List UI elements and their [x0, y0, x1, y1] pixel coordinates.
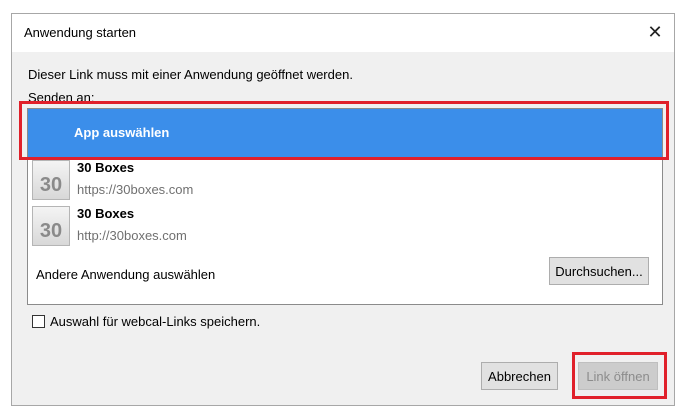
open-link-button[interactable]: Link öffnen [578, 362, 658, 390]
send-to-label: Senden an: [28, 90, 95, 105]
remember-choice-label[interactable]: Auswahl für webcal-Links speichern. [50, 314, 260, 329]
launch-application-dialog: Anwendung starten ✕ Dieser Link muss mit… [11, 13, 675, 406]
app-url: http://30boxes.com [77, 228, 187, 243]
dialog-message: Dieser Link muss mit einer Anwendung geö… [28, 67, 353, 82]
list-item-app[interactable]: 30 30 Boxes https://30boxes.com [32, 160, 632, 204]
app-icon: 30 [32, 206, 70, 246]
app-name: 30 Boxes [77, 160, 135, 175]
close-icon[interactable]: ✕ [640, 17, 670, 47]
list-item-app[interactable]: 30 30 Boxes http://30boxes.com [32, 206, 632, 250]
app-name: 30 Boxes [77, 206, 135, 221]
app-url: https://30boxes.com [77, 182, 194, 197]
browse-button[interactable]: Durchsuchen... [549, 257, 649, 285]
application-list[interactable]: App auswählen 30 30 Boxes https://30boxe… [27, 108, 663, 305]
title-bar: Anwendung starten ✕ [12, 14, 674, 52]
dialog-title: Anwendung starten [24, 25, 137, 40]
other-application-label[interactable]: Andere Anwendung auswählen [36, 267, 215, 282]
app-icon: 30 [32, 160, 70, 200]
cancel-button[interactable]: Abbrechen [481, 362, 558, 390]
remember-choice-row[interactable]: Auswahl für webcal-Links speichern. [32, 314, 260, 329]
remember-choice-checkbox[interactable] [32, 315, 45, 328]
list-item-choose-app[interactable]: App auswählen [28, 109, 662, 157]
